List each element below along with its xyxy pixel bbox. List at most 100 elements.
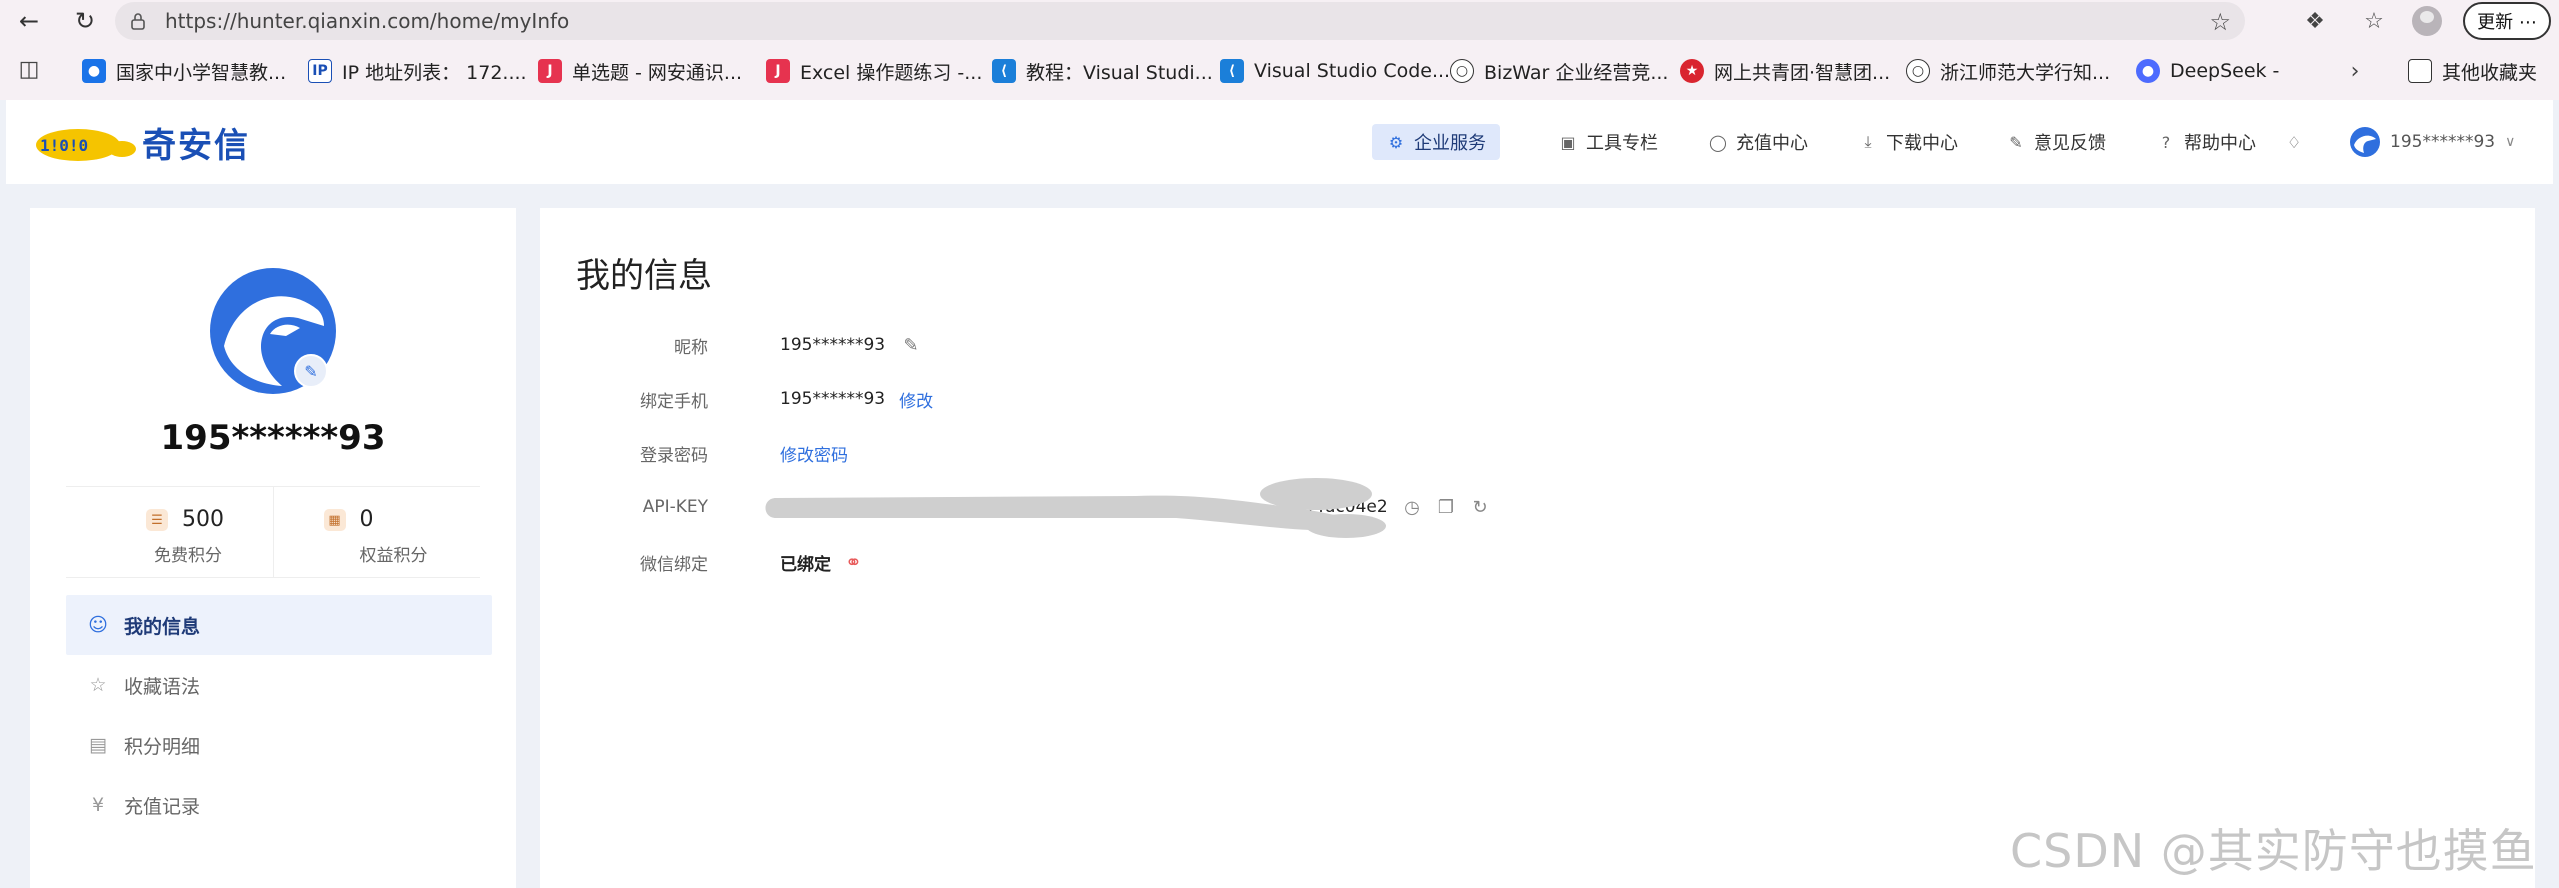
favorites-icon[interactable]: ☆ [2357,4,2391,38]
free-points-value: 500 [182,507,224,532]
user-icon: ☺ [88,614,108,636]
globe-icon: ○ [1450,59,1474,83]
change-password-link[interactable]: 修改密码 [780,441,848,466]
help-icon: ? [2161,132,2171,152]
folder-icon [2408,59,2432,83]
nickname-row: 昵称 195******93 ✎ [540,330,1540,360]
ip-icon: IP [308,59,332,83]
chevron-down-icon: ∨ [2505,134,2516,150]
free-points: ☰ 500 免费积分 [66,487,273,577]
profile-username: 195******93 [160,418,386,458]
watermark: CSDN @其实防守也摸鱼 [2010,824,2537,878]
phone-value: 195******93 [780,389,886,409]
sidebar-item-points-detail[interactable]: ▤ 积分明细 [66,715,492,775]
star-icon: ☆ [89,674,107,696]
logo-mark-icon: 1!0!0 [30,119,138,167]
recharge-icon: ◯ [1709,132,1727,152]
main-panel: 我的信息 昵称 195******93 ✎ 绑定手机 195******93 修… [540,208,2535,888]
coin-icon: ¥ [91,794,105,816]
sidebar: ✎ 195******93 ☰ 500 免费积分 ▦ 0 权益积分 ☺ 我的信息 … [30,208,516,888]
copy-icon[interactable]: ❐ [1434,495,1458,519]
header-username: 195******93 [2390,132,2496,152]
password-label: 登录密码 [640,445,708,466]
sidebar-item-my-info[interactable]: ☺ 我的信息 [66,595,492,655]
profile-icon[interactable] [2410,4,2444,38]
reload-icon[interactable]: ↻ [68,4,102,38]
sidebar-item-recharge-records[interactable]: ¥ 充值记录 [66,775,492,835]
unlink-icon[interactable]: ⚭ [845,550,862,574]
bookmark-item[interactable]: J 单选题 - 网安通识... [538,57,742,85]
nickname-label: 昵称 [674,337,708,358]
globe-icon: ○ [1906,59,1930,83]
bookmark-item[interactable]: J Excel 操作题练习 -... [766,57,982,85]
quiz-icon: J [766,59,790,83]
league-icon: ★ [1680,59,1704,83]
update-button[interactable]: 更新 ⋯ [2463,2,2551,40]
free-points-label: 免费积分 [154,546,222,566]
other-bookmarks[interactable]: 其他收藏夹 [2408,57,2537,85]
smartedu-icon: ● [82,59,106,83]
modify-phone-link[interactable]: 修改 [899,387,933,412]
apikey-label: API-KEY [642,497,708,517]
refresh-icon[interactable]: ↻ [1468,495,1492,519]
quiz-icon: J [538,59,562,83]
bookmarks-bar: ◫ ● 国家中小学智慧教... IP IP 地址列表： 172.... J 单选题 -… [0,42,2559,100]
logo-text: 奇安信 [142,126,250,166]
user-menu[interactable]: 195******93 ∨ [2350,124,2515,160]
phone-label: 绑定手机 [640,391,708,412]
nav-recharge[interactable]: ◯ 充值中心 [1708,124,1808,160]
benefit-points: ▦ 0 权益积分 [272,487,481,577]
wechat-status: 已绑定 [780,554,831,575]
document-icon: ▤ [89,734,107,756]
bookmark-item[interactable]: ● 国家中小学智慧教... [82,57,286,85]
database-icon: ☰ [146,509,168,531]
site-header: 1!0!0 奇安信 ⚙ 企业服务 ▣ 工具专栏 ◯ 充值中心 ⤓ 下载中心 ✎ 意见反馈 … [6,100,2553,184]
nav-download[interactable]: ⤓ 下载中心 [1858,124,1958,160]
bookmark-item[interactable]: ○ 浙江师范大学行知... [1906,57,2110,85]
favorite-star-icon[interactable]: ☆ [2209,8,2231,36]
extensions-icon[interactable]: ❖ [2298,4,2332,38]
bookmark-item[interactable]: ○ BizWar 企业经营竞... [1450,57,1668,85]
redaction-mask [765,478,1386,538]
toolbox-icon: ▣ [1560,132,1576,152]
benefit-points-value: 0 [359,507,374,532]
benefit-points-label: 权益积分 [359,546,428,566]
chevron-right-icon[interactable]: › [2338,54,2372,88]
phone-row: 绑定手机 195******93 修改 [540,384,1540,414]
points-summary: ☰ 500 免费积分 ▦ 0 权益积分 [66,486,480,578]
address-bar[interactable]: https://hunter.qianxin.com/home/myInfo ☆ [115,2,2245,40]
bookmark-item[interactable]: ⟨ Visual Studio Code... [1220,57,1450,85]
avatar [2350,127,2380,157]
back-icon[interactable]: ← [12,4,46,38]
bookmark-item[interactable]: ● DeepSeek - [2136,57,2279,85]
apikey-row: API-KEY 9f4dc04e2 ◷ ❐ ↻ [540,478,1640,538]
nav-tools[interactable]: ▣ 工具专栏 [1558,124,1658,160]
feedback-icon: ✎ [2009,132,2023,152]
vscode-icon: ⟨ [992,59,1016,83]
wechat-row: 微信绑定 已绑定 ⚭ [540,547,1540,577]
tab-actions-icon[interactable]: ◫ [12,52,46,86]
nav-help[interactable]: ? 帮助中心 [2156,124,2256,160]
page-title: 我的信息 [576,256,712,296]
lock-icon [129,11,149,31]
browser-toolbar: ← ↻ https://hunter.qianxin.com/home/myIn… [0,0,2559,42]
sidebar-item-saved-syntax[interactable]: ☆ 收藏语法 [66,655,492,715]
nav-feedback[interactable]: ✎ 意见反馈 [2006,124,2106,160]
edit-avatar-icon[interactable]: ✎ [294,354,328,388]
bookmark-item[interactable]: ★ 网上共青团·智慧团... [1680,57,1890,85]
bookmark-item[interactable]: ⟨ 教程：Visual Studi... [992,57,1213,85]
vscode-icon: ⟨ [1220,59,1244,83]
download-icon: ⤓ [1864,132,1872,151]
deepseek-icon: ● [2136,59,2160,83]
notification-bell-icon[interactable]: ♢ [2284,124,2312,160]
url-text: https://hunter.qianxin.com/home/myInfo [165,9,570,33]
nickname-value: 195******93 [780,335,886,355]
svg-text:1!0!0: 1!0!0 [40,136,88,155]
edit-nickname-icon[interactable]: ✎ [899,333,923,357]
wechat-label: 微信绑定 [640,554,708,575]
clock-icon[interactable]: ◷ [1400,495,1424,519]
bookmark-item[interactable]: IP IP 地址列表： 172.... [308,57,527,85]
enterprise-icon: ⚙ [1388,132,1404,152]
nav-enterprise-services[interactable]: ⚙ 企业服务 [1372,124,1500,160]
qianxin-logo[interactable]: 1!0!0 奇安信 [30,118,250,167]
